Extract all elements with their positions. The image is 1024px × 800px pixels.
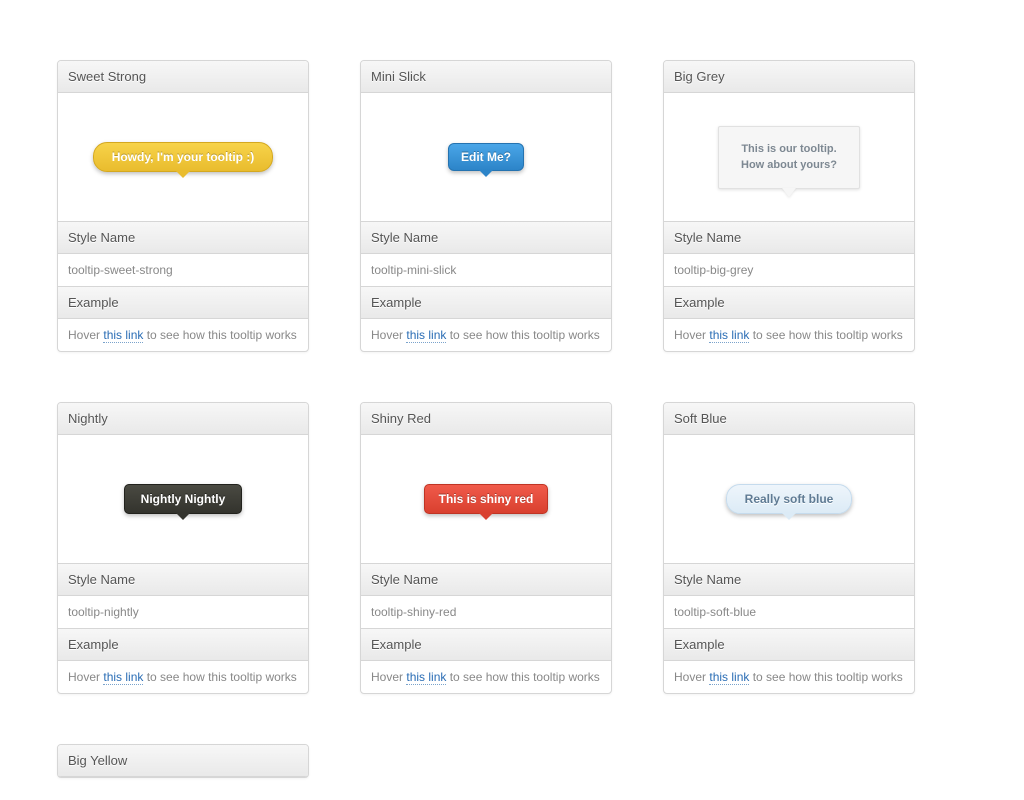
example-body: Hover this link to see how this tooltip … — [361, 661, 611, 693]
tooltip-card: Soft Blue Really soft blue Style Nametoolt… — [663, 402, 915, 694]
card-title: Mini Slick — [361, 61, 611, 93]
example-prefix: Hover — [68, 670, 100, 684]
style-name-header: Style Name — [58, 221, 308, 254]
example-hover-link[interactable]: this link — [709, 328, 749, 343]
tooltip-card: Big Yellow — [57, 744, 309, 778]
style-name-value: tooltip-nightly — [58, 596, 308, 628]
style-name-header: Style Name — [58, 563, 308, 596]
tooltip-preview: Really soft blue — [664, 435, 914, 563]
card-title: Nightly — [58, 403, 308, 435]
example-prefix: Hover — [371, 328, 403, 342]
example-header: Example — [361, 628, 611, 661]
tooltip-bubble: Howdy, I'm your tooltip :) — [93, 142, 274, 172]
card-title: Big Grey — [664, 61, 914, 93]
tooltip-card: Shiny Red This is shiny red Style Nametool… — [360, 402, 612, 694]
example-suffix: to see how this tooltip works — [450, 670, 600, 684]
tooltip-preview: Nightly Nightly — [58, 435, 308, 563]
example-body: Hover this link to see how this tooltip … — [361, 319, 611, 351]
example-hover-link[interactable]: this link — [406, 328, 446, 343]
example-prefix: Hover — [674, 328, 706, 342]
example-hover-link[interactable]: this link — [103, 328, 143, 343]
example-hover-link[interactable]: this link — [103, 670, 143, 685]
example-suffix: to see how this tooltip works — [147, 328, 297, 342]
tooltip-bubble: Edit Me? — [448, 143, 524, 171]
example-prefix: Hover — [68, 328, 100, 342]
example-header: Example — [664, 286, 914, 319]
style-name-header: Style Name — [361, 221, 611, 254]
tooltip-bubble: This is shiny red — [424, 484, 549, 514]
style-name-value: tooltip-big-grey — [664, 254, 914, 286]
example-prefix: Hover — [371, 670, 403, 684]
example-body: Hover this link to see how this tooltip … — [664, 661, 914, 693]
card-title: Sweet Strong — [58, 61, 308, 93]
style-name-value: tooltip-mini-slick — [361, 254, 611, 286]
card-title: Big Yellow — [58, 745, 308, 777]
example-suffix: to see how this tooltip works — [753, 670, 903, 684]
card-title: Shiny Red — [361, 403, 611, 435]
tooltip-preview: Edit Me? — [361, 93, 611, 221]
style-name-value: tooltip-shiny-red — [361, 596, 611, 628]
tooltip-card: Big Grey This is our tooltip.How about yo… — [663, 60, 915, 352]
example-header: Example — [361, 286, 611, 319]
tooltip-card: Mini Slick Edit Me? Style Nametooltip-mini… — [360, 60, 612, 352]
tooltip-card: Sweet Strong Howdy, I'm your tooltip :) St… — [57, 60, 309, 352]
tooltip-bubble: This is our tooltip.How about yours? — [718, 126, 860, 189]
tooltip-card: Nightly Nightly Nightly Style Nametooltip-… — [57, 402, 309, 694]
tooltip-preview: This is shiny red — [361, 435, 611, 563]
example-header: Example — [58, 628, 308, 661]
tooltip-bubble: Really soft blue — [726, 484, 853, 514]
style-name-header: Style Name — [664, 563, 914, 596]
example-header: Example — [664, 628, 914, 661]
style-name-value: tooltip-soft-blue — [664, 596, 914, 628]
style-name-value: tooltip-sweet-strong — [58, 254, 308, 286]
example-body: Hover this link to see how this tooltip … — [58, 661, 308, 693]
tooltip-bubble: Nightly Nightly — [124, 484, 243, 514]
example-suffix: to see how this tooltip works — [450, 328, 600, 342]
example-suffix: to see how this tooltip works — [753, 328, 903, 342]
example-body: Hover this link to see how this tooltip … — [58, 319, 308, 351]
example-hover-link[interactable]: this link — [406, 670, 446, 685]
example-body: Hover this link to see how this tooltip … — [664, 319, 914, 351]
card-title: Soft Blue — [664, 403, 914, 435]
tooltip-preview: This is our tooltip.How about yours? — [664, 93, 914, 221]
style-name-header: Style Name — [361, 563, 611, 596]
example-hover-link[interactable]: this link — [709, 670, 749, 685]
example-header: Example — [58, 286, 308, 319]
style-name-header: Style Name — [664, 221, 914, 254]
example-prefix: Hover — [674, 670, 706, 684]
example-suffix: to see how this tooltip works — [147, 670, 297, 684]
tooltip-preview: Howdy, I'm your tooltip :) — [58, 93, 308, 221]
